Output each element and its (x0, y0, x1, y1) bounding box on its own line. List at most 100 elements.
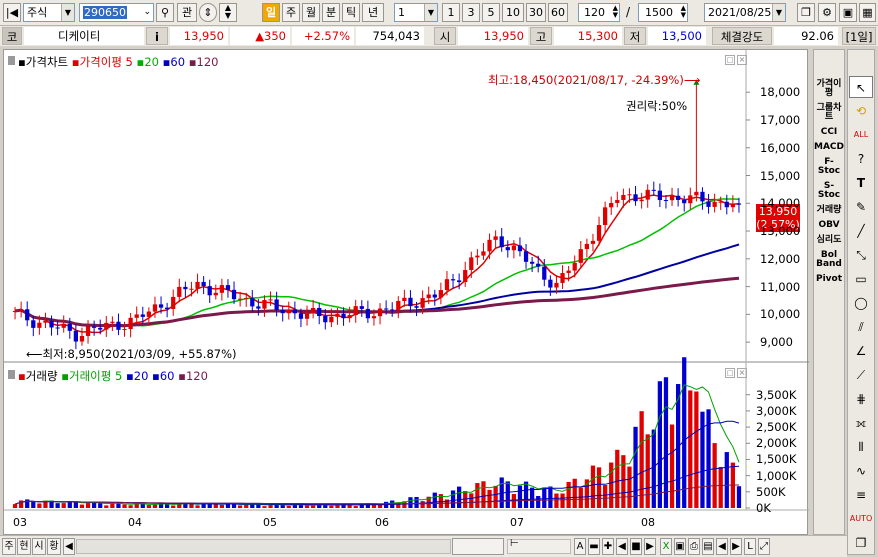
scroll-left-icon[interactable]: ◀ (63, 538, 75, 555)
prev-icon[interactable]: ◀ (716, 538, 728, 555)
text-tool-icon[interactable]: T (849, 172, 873, 194)
grid-icon[interactable]: ▦ (859, 3, 876, 22)
tab-minute[interactable]: 분 (322, 3, 340, 22)
window-icon[interactable]: ❐ (849, 532, 873, 554)
date-input[interactable]: 2021/08/25 ▼ (704, 3, 786, 22)
close-icon[interactable]: × (737, 55, 747, 65)
chevron-down-icon[interactable]: ▼ (61, 4, 74, 21)
l-icon[interactable]: L (744, 538, 756, 555)
cycle-icon[interactable]: ⫴ (849, 436, 873, 458)
zoom-auto-button[interactable]: A (574, 538, 586, 555)
indicator-cci[interactable]: CCI (814, 128, 844, 137)
chevron-down-icon[interactable]: ▼ (772, 4, 785, 21)
scroll-forward-button[interactable]: ▶ (644, 538, 656, 555)
wave-icon[interactable]: ∿ (849, 460, 873, 482)
save-icon[interactable]: ▣ (674, 538, 686, 555)
volume-bar (736, 486, 742, 508)
gwan-button[interactable]: 관 (177, 3, 197, 22)
candle-body (207, 286, 212, 296)
fan-tool-icon[interactable]: ⟋ (849, 364, 873, 386)
scroll-icon[interactable]: ⇕ (199, 3, 217, 22)
maximize-icon[interactable]: □ (725, 55, 735, 65)
count-input[interactable]: 120 ▲ ▼ (578, 3, 620, 22)
info-icon[interactable]: i (146, 27, 168, 45)
total-input[interactable]: 1500 ▲ ▼ (638, 3, 688, 22)
indicator-psychology[interactable]: 심리도 (814, 236, 844, 245)
channel-tool-icon[interactable]: ⫽ (849, 316, 873, 338)
angle-tool-icon[interactable]: ∠ (849, 340, 873, 362)
indicator-f-stoc[interactable]: F-Stoc (814, 158, 844, 176)
brush-icon[interactable]: ✎ (849, 196, 873, 218)
indicator-price-ma[interactable]: 가격이평 (814, 80, 844, 98)
chart-svg[interactable] (4, 50, 809, 536)
indicator-obv[interactable]: OBV (814, 221, 844, 230)
quick-count-1[interactable]: 1 (442, 3, 460, 22)
horizontal-scrollbar[interactable] (76, 539, 451, 554)
maximize-icon[interactable]: □ (725, 368, 735, 378)
chevron-down-icon[interactable]: ⌄ (143, 4, 151, 21)
indicator-volume[interactable]: 거래량 (814, 206, 844, 215)
code-input[interactable]: 290650 ⌄ (79, 3, 154, 22)
up-down-stepper[interactable]: ▲ ▼ (219, 3, 237, 22)
tab-day[interactable]: 일 (262, 3, 280, 22)
tab-year[interactable]: 년 (362, 3, 384, 22)
cursor-icon[interactable]: ↖ (849, 76, 873, 98)
market-select[interactable]: 주식 ▼ (23, 3, 75, 22)
stepper-icon[interactable]: ▲ ▼ (613, 5, 618, 19)
chart-area[interactable]: □ × ▪가격차트 ▪가격이평 5 ▪20 ▪60 ▪120 최고:18,450… (3, 49, 809, 536)
save-icon[interactable]: ▣ (839, 3, 857, 22)
gear-icon[interactable]: ⚙ (818, 3, 836, 22)
quick-count-5[interactable]: 5 (482, 3, 500, 22)
indicator-s-stoc[interactable]: S-Stoc (814, 182, 844, 200)
gann-icon[interactable]: ⟗ (849, 412, 873, 434)
quick-count-10[interactable]: 10 (502, 3, 524, 22)
first-record-icon[interactable]: |◀ (3, 3, 21, 22)
quick-count-3[interactable]: 3 (462, 3, 480, 22)
search-icon[interactable]: ⚲ (156, 3, 174, 22)
print-icon[interactable]: ⎙ (688, 538, 700, 555)
help-icon[interactable]: ? (849, 148, 873, 170)
candle-body (615, 199, 620, 203)
panel-handle-icon[interactable] (8, 370, 15, 379)
stop-button[interactable]: ■ (630, 538, 642, 555)
indicator-group-chart[interactable]: 그룹차트 (814, 104, 844, 122)
close-icon[interactable]: × (737, 368, 747, 378)
fibonacci-icon[interactable]: ⋕ (849, 388, 873, 410)
window-icon[interactable]: ❐ (797, 3, 815, 22)
indicator-macd[interactable]: MACD (814, 143, 844, 152)
quick-count-30[interactable]: 30 (526, 3, 546, 22)
auto-icon[interactable]: AUTO (849, 508, 873, 530)
quick-count-60[interactable]: 60 (548, 3, 568, 22)
panel-handle-icon[interactable] (8, 56, 15, 65)
indicator-bollinger[interactable]: Bol Band (814, 251, 844, 269)
zoom-in-button[interactable]: ✚ (602, 538, 614, 555)
expand-icon[interactable]: ⤢ (758, 538, 770, 555)
tab-status[interactable]: 황 (47, 538, 61, 555)
slider-handle-icon[interactable]: ⊢ (510, 538, 519, 549)
scroll-back-button[interactable]: ◀ (616, 538, 628, 555)
tab-stock[interactable]: 주 (2, 538, 16, 555)
candle-body (402, 297, 407, 301)
scroll-thumb[interactable] (452, 538, 504, 555)
horizontal-lines-icon[interactable]: ≡ (849, 484, 873, 506)
tab-market[interactable]: 시 (32, 538, 46, 555)
next-icon[interactable]: ▶ (730, 538, 742, 555)
tab-month[interactable]: 월 (302, 3, 320, 22)
tab-week[interactable]: 주 (282, 3, 300, 22)
ellipse-tool-icon[interactable]: ◯ (849, 292, 873, 314)
rectangle-tool-icon[interactable]: ▭ (849, 268, 873, 290)
stepper-icon[interactable]: ▲ ▼ (681, 5, 686, 19)
excel-icon[interactable]: X (660, 538, 672, 555)
zoom-out-button[interactable]: ▬ (588, 538, 600, 555)
delete-all-icon[interactable]: ALL (849, 124, 873, 146)
image-icon[interactable]: ▤ (702, 538, 714, 555)
interval-select[interactable]: 1 ▼ (394, 3, 438, 22)
undo-icon[interactable]: ⟲ (849, 100, 873, 122)
chevron-down-icon[interactable]: ▼ (424, 4, 437, 21)
zoom-slider[interactable]: ⊢ (507, 538, 571, 554)
indicator-pivot[interactable]: Pivot (814, 275, 844, 284)
tab-current[interactable]: 현 (17, 538, 31, 555)
ray-tool-icon[interactable]: ⤡ (849, 244, 873, 266)
tab-tick[interactable]: 틱 (342, 3, 360, 22)
line-tool-icon[interactable]: ╱ (849, 220, 873, 242)
